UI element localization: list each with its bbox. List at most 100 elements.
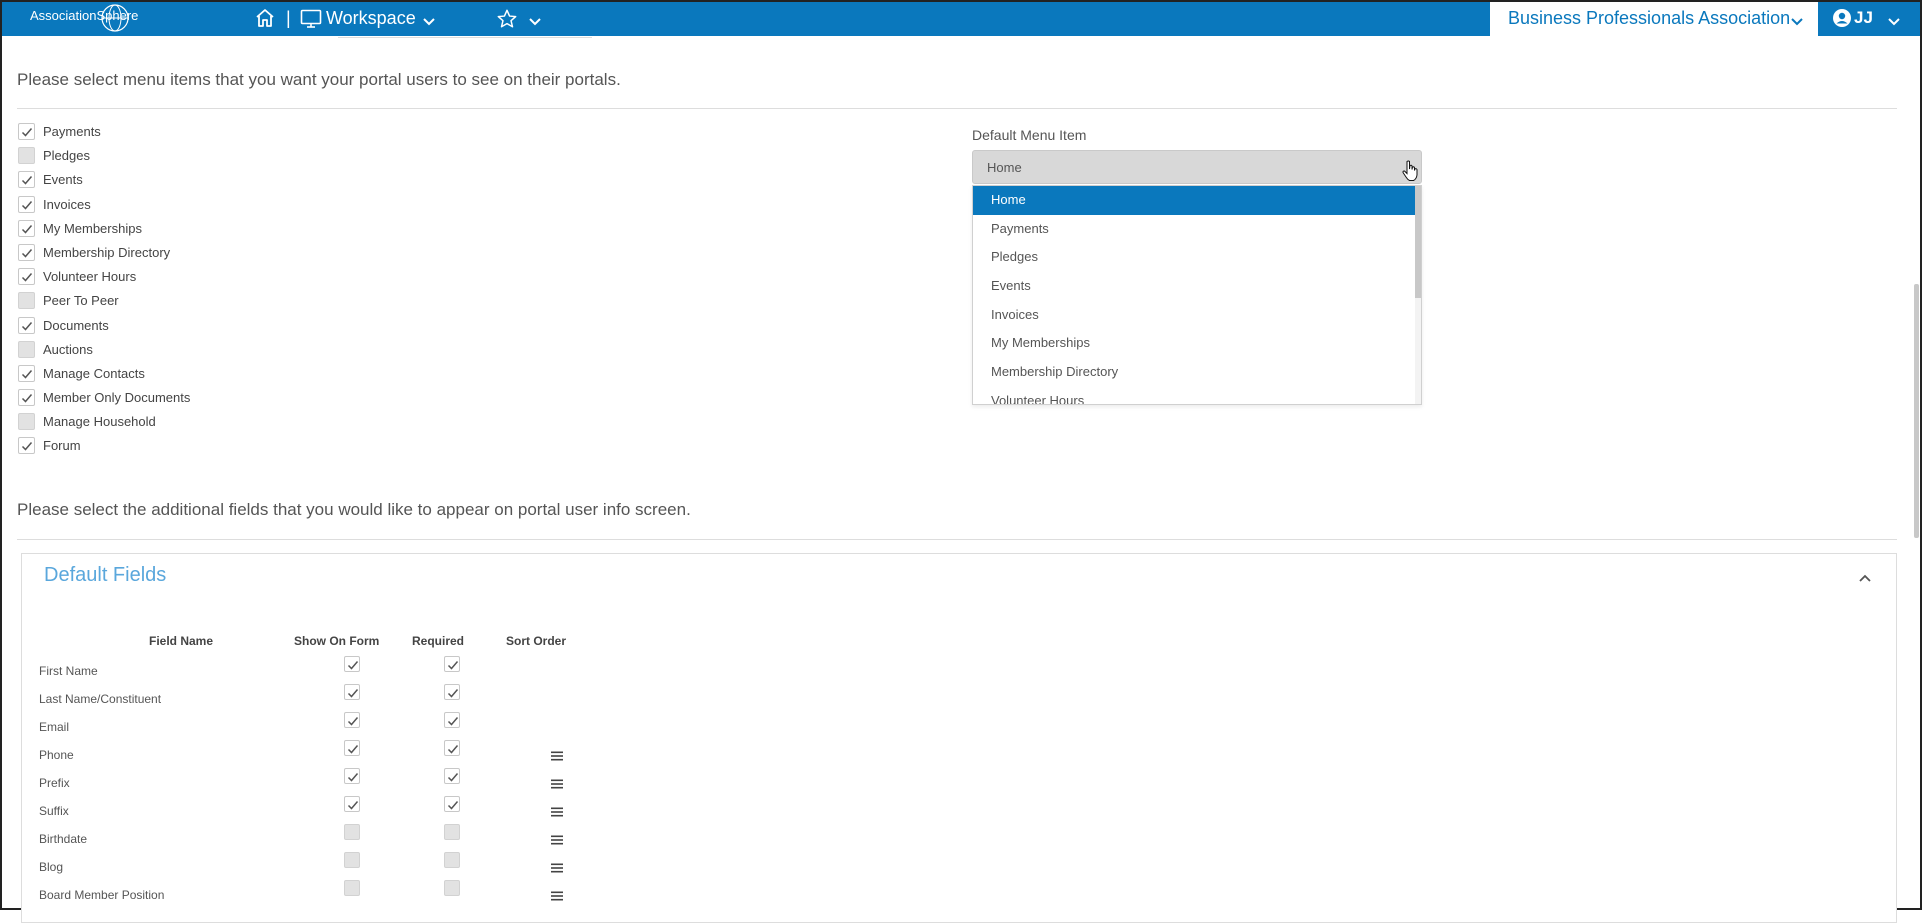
field-name: First Name: [39, 664, 98, 678]
required-checkbox[interactable]: [444, 796, 460, 812]
hand-pointer-cursor-icon: [1402, 160, 1418, 187]
menu-item-label: Payments: [43, 124, 101, 139]
chevron-up-icon[interactable]: [1858, 570, 1872, 588]
menu-item-label: Documents: [43, 317, 109, 333]
menu-item-label: Auctions: [43, 341, 93, 357]
default-menu-select[interactable]: Home: [972, 150, 1422, 184]
dropdown-option[interactable]: Events: [973, 272, 1421, 301]
column-header-required: Required: [412, 634, 465, 648]
required-checkbox[interactable]: [444, 712, 460, 728]
menu-item-label: Events: [43, 172, 83, 188]
drag-handle-icon[interactable]: [551, 832, 563, 850]
user-avatar-icon[interactable]: [1832, 8, 1852, 33]
show-on-form-checkbox[interactable]: [344, 880, 360, 896]
top-navigation-bar: AssociationSphere | Workspace Business P…: [2, 2, 1920, 36]
default-fields-panel: Default Fields Field Name Show On Form R…: [21, 553, 1897, 923]
menu-section-title: Please select menu items that you want y…: [17, 70, 621, 89]
divider: [17, 108, 1897, 109]
star-icon[interactable]: [496, 8, 518, 35]
menu-item-label: Membership Directory: [43, 244, 171, 260]
chevron-down-icon[interactable]: [1887, 14, 1901, 32]
panel-title[interactable]: Default Fields: [44, 564, 166, 587]
menu-item-label: Invoices: [43, 196, 91, 212]
column-header-sort-order: Sort Order: [506, 634, 567, 648]
menu-item-checkbox[interactable]: [18, 437, 35, 455]
drag-handle-icon[interactable]: [551, 860, 563, 878]
table-row: Prefix: [39, 768, 563, 802]
table-row: Birthdate: [39, 824, 563, 858]
dropdown-option[interactable]: Membership Directory: [973, 358, 1421, 387]
dropdown-option[interactable]: Volunteer Hours: [973, 387, 1421, 404]
dropdown-option[interactable]: Payments: [973, 215, 1421, 244]
dropdown-option[interactable]: Home: [973, 186, 1421, 215]
home-icon[interactable]: [254, 7, 276, 34]
drag-handle-icon[interactable]: [551, 776, 563, 794]
menu-item-checkbox[interactable]: [18, 389, 35, 407]
divider: [17, 539, 1897, 540]
fields-section-title: Please select the additional fields that…: [17, 500, 691, 519]
chevron-down-icon[interactable]: [422, 14, 436, 32]
dropdown-option[interactable]: Pledges: [973, 243, 1421, 272]
required-checkbox[interactable]: [444, 852, 460, 868]
show-on-form-checkbox[interactable]: [344, 852, 360, 868]
menu-item-checkbox[interactable]: [18, 413, 35, 431]
workspace-menu[interactable]: Workspace: [326, 8, 416, 29]
show-on-form-checkbox[interactable]: [344, 712, 360, 728]
default-menu-options-list: Home Payments Pledges Events Invoices My Memb…: [972, 185, 1422, 405]
page-scrollbar[interactable]: [1914, 284, 1919, 538]
required-checkbox[interactable]: [444, 824, 460, 840]
drag-handle-icon[interactable]: [551, 748, 563, 766]
menu-item-checkbox[interactable]: [18, 340, 35, 358]
dropdown-option[interactable]: My Memberships: [973, 329, 1421, 358]
field-name: Suffix: [39, 804, 69, 818]
menu-item-checkbox[interactable]: [18, 123, 35, 140]
dropdown-option[interactable]: Invoices: [973, 301, 1421, 330]
show-on-form-checkbox[interactable]: [344, 796, 360, 812]
user-initials[interactable]: JJ: [1854, 8, 1873, 28]
menu-item-label: Member Only Documents: [43, 390, 191, 406]
table-row: Phone: [39, 740, 563, 774]
show-on-form-checkbox[interactable]: [344, 740, 360, 756]
required-checkbox[interactable]: [444, 656, 460, 672]
field-name: Email: [39, 720, 70, 734]
required-checkbox[interactable]: [444, 880, 460, 896]
table-row: First Name: [39, 656, 539, 690]
menu-item-label: Volunteer Hours: [43, 269, 137, 285]
menu-item-label: My Memberships: [43, 220, 142, 236]
show-on-form-checkbox[interactable]: [344, 824, 360, 840]
drag-handle-icon[interactable]: [551, 888, 563, 906]
dropdown-scrollbar[interactable]: [1415, 186, 1421, 404]
divider: [338, 37, 592, 38]
menu-item-label: Peer To Peer: [43, 293, 119, 309]
column-header-show-on-form: Show On Form: [294, 634, 380, 648]
dropdown-scrollbar-thumb[interactable]: [1415, 186, 1421, 298]
menu-item-checkbox[interactable]: [18, 243, 35, 261]
field-name: Board Member Position: [39, 888, 165, 902]
show-on-form-checkbox[interactable]: [344, 768, 360, 784]
menu-item-checkbox[interactable]: [18, 219, 35, 237]
default-menu-label: Default Menu Item: [972, 127, 1087, 143]
menu-item-checkbox[interactable]: [18, 171, 35, 189]
show-on-form-checkbox[interactable]: [344, 656, 360, 672]
menu-item-checkbox[interactable]: [18, 268, 35, 286]
app-logo[interactable]: AssociationSphere: [30, 4, 138, 32]
show-on-form-checkbox[interactable]: [344, 684, 360, 700]
table-row: Suffix: [39, 796, 563, 830]
menu-item-checkbox[interactable]: [18, 292, 35, 310]
required-checkbox[interactable]: [444, 768, 460, 784]
monitor-icon[interactable]: [300, 9, 322, 34]
chevron-down-icon[interactable]: [528, 14, 542, 32]
menu-item-checkbox[interactable]: [18, 147, 35, 165]
required-checkbox[interactable]: [444, 684, 460, 700]
drag-handle-icon[interactable]: [551, 804, 563, 822]
menu-item-checkbox[interactable]: [18, 316, 35, 334]
organization-selector[interactable]: Business Professionals Association: [1490, 2, 1818, 36]
table-row: Last Name/Constituent: [39, 684, 539, 718]
menu-item-checkbox[interactable]: [18, 364, 35, 382]
menu-item-checkbox[interactable]: [18, 195, 35, 213]
table-row: Email: [39, 712, 539, 746]
chevron-down-icon: [1790, 14, 1804, 32]
organization-name: Business Professionals Association: [1508, 8, 1791, 28]
required-checkbox[interactable]: [444, 740, 460, 756]
menu-item-label: Manage Household: [43, 414, 156, 430]
